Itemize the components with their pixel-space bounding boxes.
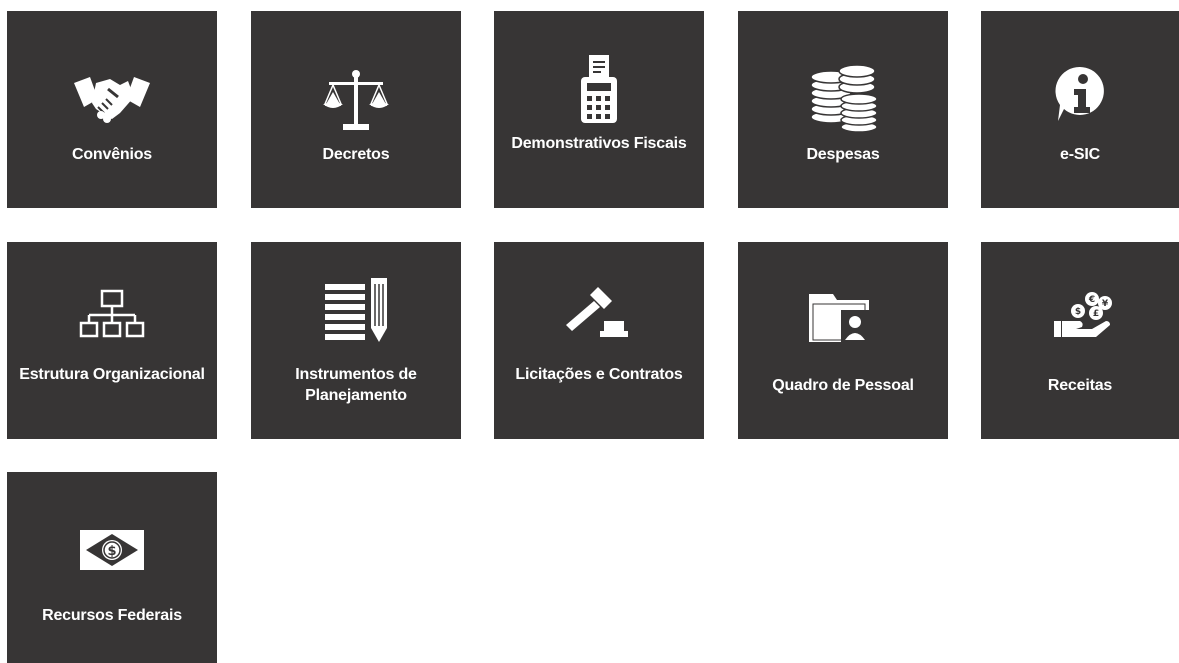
tile-label: Despesas bbox=[806, 146, 880, 163]
tile-label: Demonstrativos Fiscais bbox=[511, 135, 687, 152]
tile-estrutura-organizacional[interactable]: Estrutura Organizacional bbox=[7, 242, 217, 439]
tile-label: e-SIC bbox=[1060, 146, 1100, 163]
tile-label: Instrumentos de Planejamento bbox=[295, 366, 417, 404]
tile-label: Convênios bbox=[72, 146, 152, 163]
tile-quadro-de-pessoal[interactable]: Quadro de Pessoal bbox=[738, 242, 948, 439]
tile-label: Estrutura Organizacional bbox=[19, 366, 205, 383]
svg-text:¥: ¥ bbox=[1102, 299, 1109, 309]
tile-demonstrativos-fiscais[interactable]: Demonstrativos Fiscais bbox=[494, 11, 704, 208]
personnel-folder-icon bbox=[738, 277, 948, 357]
tile-e-sic[interactable]: e-SIC bbox=[981, 11, 1179, 208]
scales-icon bbox=[251, 61, 461, 141]
tile-convenios[interactable]: Convênios bbox=[7, 11, 217, 208]
tile-label: Recursos Federais bbox=[42, 607, 182, 624]
tile-label: Quadro de Pessoal bbox=[772, 377, 914, 394]
tile-recursos-federais[interactable]: $ Recursos Federais bbox=[7, 472, 217, 663]
calculator-receipt-icon bbox=[494, 49, 704, 129]
tile-label: Receitas bbox=[1047, 377, 1113, 394]
federal-money-icon: $ bbox=[7, 512, 217, 592]
tile-decretos[interactable]: Decretos bbox=[251, 11, 461, 208]
info-bubble-icon bbox=[981, 56, 1179, 136]
handshake-icon bbox=[7, 61, 217, 141]
gavel-icon bbox=[494, 272, 704, 352]
svg-text:£: £ bbox=[1093, 309, 1099, 319]
tile-receitas[interactable]: € ¥ $ £ Receitas bbox=[981, 242, 1179, 439]
hand-coins-icon: € ¥ $ £ bbox=[981, 272, 1179, 352]
list-pencil-icon bbox=[251, 267, 461, 347]
tile-label: Licitações e Contratos bbox=[515, 366, 683, 383]
coin-stacks-icon bbox=[738, 56, 948, 136]
svg-text:€: € bbox=[1088, 295, 1095, 305]
org-chart-icon bbox=[7, 272, 217, 352]
svg-text:$: $ bbox=[1075, 307, 1081, 317]
tile-licitacoes-e-contratos[interactable]: Licitações e Contratos bbox=[494, 242, 704, 439]
tile-despesas[interactable]: Despesas bbox=[738, 11, 948, 208]
tile-instrumentos-de-planejamento[interactable]: Instrumentos de Planejamento bbox=[251, 242, 461, 439]
tile-label: Decretos bbox=[322, 146, 390, 163]
svg-text:$: $ bbox=[107, 544, 116, 559]
